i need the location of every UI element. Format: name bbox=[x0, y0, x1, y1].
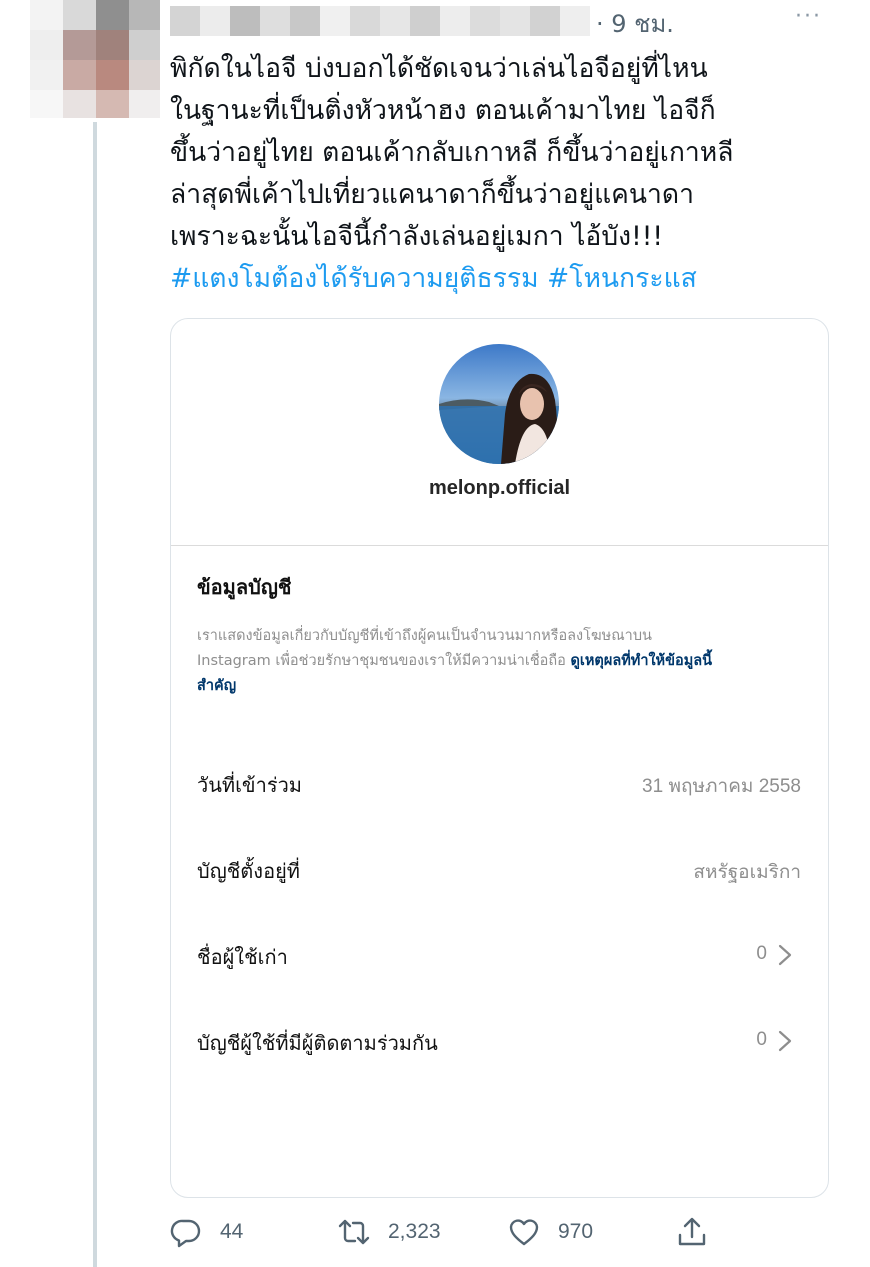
row-value: 31 พฤษภาคม 2558 bbox=[642, 776, 801, 797]
row-date-joined: วันที่เข้าร่วม 31 พฤษภาคม 2558 bbox=[197, 763, 801, 803]
heart-icon bbox=[509, 1219, 539, 1246]
tweet-line: พิกัดในไอจี บ่งบอกได้ชัดเจนว่าเล่นไอจีอย… bbox=[170, 53, 708, 84]
reply-button[interactable]: 44 bbox=[170, 1210, 243, 1254]
author-name-redacted[interactable] bbox=[170, 6, 590, 36]
media-card[interactable]: melonp.official ข้อมูลบัญชี เราแสดงข้อมู… bbox=[170, 318, 829, 1198]
row-label: วันที่เข้าร่วม bbox=[197, 773, 302, 797]
section-title: ข้อมูลบัญชี bbox=[197, 575, 292, 599]
row-label: บัญชีตั้งอยู่ที่ bbox=[197, 859, 300, 883]
chevron-right-icon bbox=[778, 1030, 792, 1052]
tweet-line: ในฐานะที่เป็นติ่งหัวหน้าฮง ตอนเค้ามาไทย … bbox=[170, 95, 716, 126]
more-options-icon[interactable]: ··· bbox=[795, 4, 822, 29]
description-line: เราแสดงข้อมูลเกี่ยวกับบัญชีที่เข้าถึงผู้… bbox=[197, 628, 652, 644]
like-button[interactable]: 970 bbox=[508, 1210, 593, 1254]
reply-count: 44 bbox=[220, 1220, 244, 1243]
instagram-username: melonp.official bbox=[428, 477, 571, 499]
tweet-actions: 44 2,323 970 bbox=[170, 1210, 730, 1254]
description-line: สำคัญ bbox=[197, 674, 797, 699]
description-line: Instagram เพื่อช่วยรักษาชุมชนของเราให้มี… bbox=[197, 649, 797, 674]
tweet-text: พิกัดในไอจี บ่งบอกได้ชัดเจนว่าเล่นไอจีอย… bbox=[170, 48, 850, 258]
like-count: 970 bbox=[558, 1220, 594, 1243]
tweet-line: เพราะฉะนั้นไอจีนี้กำลังเล่นอยู่เมกา ไอ้บ… bbox=[170, 221, 663, 252]
hashtag-link[interactable]: #แตงโมต้องได้รับความยุติธรรม bbox=[170, 263, 539, 294]
tweet-line: ล่าสุดพี่เค้าไปเที่ยวแคนาดาก็ขึ้นว่าอยู่… bbox=[170, 179, 694, 210]
retweet-count: 2,323 bbox=[388, 1220, 441, 1243]
hashtags: #แตงโมต้องได้รับความยุติธรรม #โหนกระแส bbox=[170, 258, 697, 300]
hashtag-link[interactable]: #โหนกระแส bbox=[547, 263, 697, 294]
author-avatar[interactable] bbox=[30, 0, 160, 118]
share-icon bbox=[678, 1217, 706, 1246]
row-count: 0 bbox=[756, 1029, 767, 1050]
why-important-link[interactable]: ดูเหตุผลที่ทำให้ข้อมูลนี้ bbox=[570, 653, 712, 669]
row-value: สหรัฐอเมริกา bbox=[693, 862, 801, 883]
why-important-link-continued[interactable]: สำคัญ bbox=[197, 678, 236, 694]
tweet-line: ขึ้นว่าอยู่ไทย ตอนเค้ากลับเกาหลี ก็ขึ้นว… bbox=[170, 137, 734, 168]
row-former-usernames[interactable]: ชื่อผู้ใช้เก่า 0 bbox=[197, 935, 801, 975]
reply-icon bbox=[170, 1219, 201, 1248]
retweet-icon bbox=[338, 1219, 370, 1245]
row-label: ชื่อผู้ใช้เก่า bbox=[197, 945, 288, 969]
chevron-right-icon bbox=[778, 944, 792, 966]
divider bbox=[171, 545, 828, 546]
row-accounts-shared-followers[interactable]: บัญชีผู้ใช้ที่มีผู้ติดตามร่วมกัน 0 bbox=[197, 1021, 801, 1061]
share-button[interactable] bbox=[676, 1210, 708, 1254]
tweet-timestamp[interactable]: · 9 ชม. bbox=[596, 4, 674, 43]
row-label: บัญชีผู้ใช้ที่มีผู้ติดตามร่วมกัน bbox=[197, 1031, 438, 1055]
profile-photo bbox=[439, 344, 559, 464]
row-count: 0 bbox=[756, 943, 767, 964]
thread-line bbox=[93, 122, 97, 1267]
retweet-button[interactable]: 2,323 bbox=[338, 1210, 441, 1254]
description-text: Instagram เพื่อช่วยรักษาชุมชนของเราให้มี… bbox=[197, 653, 571, 669]
account-info-description: เราแสดงข้อมูลเกี่ยวกับบัญชีที่เข้าถึงผู้… bbox=[197, 624, 797, 699]
row-account-location: บัญชีตั้งอยู่ที่ สหรัฐอเมริกา bbox=[197, 849, 801, 889]
